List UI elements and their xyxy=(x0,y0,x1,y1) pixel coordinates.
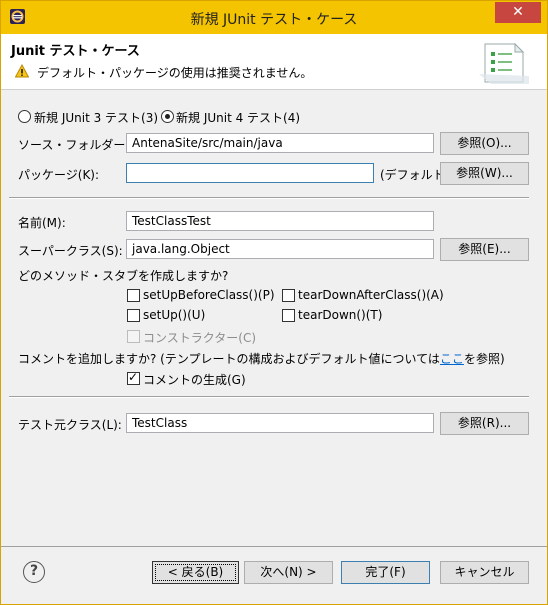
junit4-radio-label[interactable]: 新規 JUnit 4 テスト(4) xyxy=(176,109,300,126)
package-browse-button[interactable]: 参照(W)... xyxy=(440,162,529,185)
superclass-label: スーパークラス(S): xyxy=(18,244,123,258)
name-label: 名前(M): xyxy=(18,216,66,230)
back-button[interactable]: < 戻る(B) xyxy=(152,561,239,584)
junit-wizard-dialog: 新規 JUnit テスト・ケース ✕ Junit テスト・ケース デフォルト・パ… xyxy=(0,0,548,605)
package-label: パッケージ(K): xyxy=(18,168,100,182)
generate-comments-checkbox[interactable] xyxy=(127,370,140,385)
banner-title: Junit テスト・ケース xyxy=(11,44,140,59)
help-icon[interactable]: ? xyxy=(23,561,45,583)
templates-link[interactable]: ここ xyxy=(440,352,464,366)
teardown-label[interactable]: tearDown()(T) xyxy=(298,308,382,322)
separator xyxy=(9,396,529,398)
superclass-input[interactable]: java.lang.Object xyxy=(126,239,434,259)
comments-question-text: コメントを追加しますか? (テンプレートの構成およびデフォルト値については xyxy=(18,352,440,366)
superclass-browse-button[interactable]: 参照(E)... xyxy=(440,238,529,261)
generate-comments-label[interactable]: コメントの生成(G) xyxy=(143,371,246,388)
package-input[interactable] xyxy=(126,163,374,183)
setup-checkbox[interactable] xyxy=(127,309,140,322)
warning-icon xyxy=(15,64,29,78)
junit3-radio[interactable] xyxy=(18,110,31,123)
separator xyxy=(9,197,529,199)
window-title: 新規 JUnit テスト・ケース xyxy=(190,12,358,28)
junit-wizard-icon xyxy=(479,42,529,84)
junit3-radio-label[interactable]: 新規 JUnit 3 テスト(3) xyxy=(34,109,158,126)
constructor-checkbox xyxy=(127,330,140,343)
source-folder-input[interactable]: AntenaSite/src/main/java xyxy=(126,133,434,153)
banner-message: デフォルト・パッケージの使用は推奨されません。 xyxy=(15,64,312,81)
comments-question-tail: を参照) xyxy=(463,352,505,366)
class-under-test-input[interactable]: TestClass xyxy=(126,413,434,433)
junit4-radio[interactable] xyxy=(161,110,174,123)
setup-before-class-checkbox[interactable] xyxy=(127,289,140,302)
teardown-after-class-checkbox[interactable] xyxy=(282,289,295,302)
setup-label[interactable]: setUp()(U) xyxy=(143,308,205,322)
cancel-button[interactable]: キャンセル xyxy=(440,561,529,584)
banner-message-text: デフォルト・パッケージの使用は推奨されません。 xyxy=(37,66,313,80)
close-button[interactable]: ✕ xyxy=(495,2,541,23)
wizard-banner: Junit テスト・ケース デフォルト・パッケージの使用は推奨されません。 xyxy=(1,34,547,90)
stubs-question: どのメソッド・スタブを作成しますか? xyxy=(18,269,229,283)
next-button[interactable]: 次へ(N) > xyxy=(244,561,333,584)
teardown-checkbox[interactable] xyxy=(282,309,295,322)
setup-before-class-label[interactable]: setUpBeforeClass()(P) xyxy=(143,288,275,302)
finish-button[interactable]: 完了(F) xyxy=(341,561,430,584)
teardown-after-class-label[interactable]: tearDownAfterClass()(A) xyxy=(298,288,444,302)
source-folder-browse-button[interactable]: 参照(O)... xyxy=(440,132,529,155)
class-under-test-browse-button[interactable]: 参照(R)... xyxy=(440,412,529,435)
comments-question: コメントを追加しますか? (テンプレートの構成およびデフォルト値についてはここを… xyxy=(18,350,505,367)
constructor-label: コンストラクター(C) xyxy=(143,331,257,345)
button-bar-separator xyxy=(1,546,547,547)
package-default-note: (デフォルト) xyxy=(380,168,450,182)
title-bar: 新規 JUnit テスト・ケース ✕ xyxy=(1,1,547,34)
class-under-test-label: テスト元クラス(L): xyxy=(18,418,122,432)
name-input[interactable]: TestClassTest xyxy=(126,211,434,231)
